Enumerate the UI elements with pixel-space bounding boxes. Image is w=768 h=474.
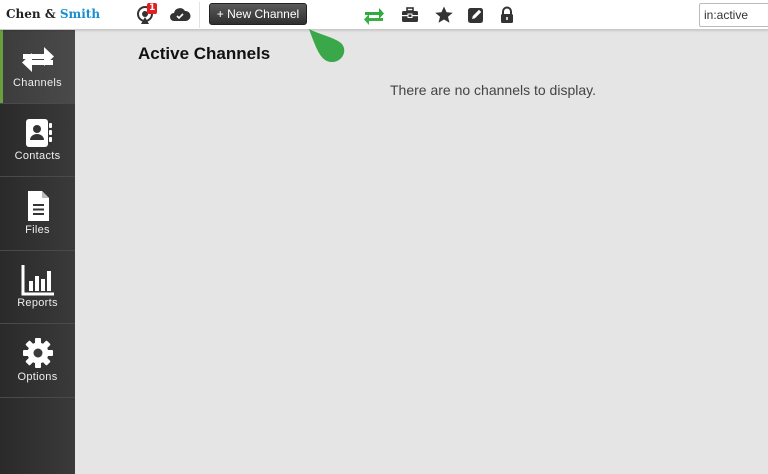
sidebar-item-channels[interactable]: Channels — [0, 30, 75, 104]
sidebar-item-label: Channels — [13, 76, 62, 89]
search-input[interactable] — [699, 3, 768, 27]
transfer-arrows-icon[interactable] — [363, 5, 385, 25]
edit-icon[interactable] — [466, 5, 486, 25]
sidebar-item-label: Reports — [17, 297, 58, 309]
lock-icon[interactable] — [497, 5, 517, 25]
new-channel-button[interactable]: + New Channel — [209, 3, 307, 25]
file-icon — [20, 189, 56, 223]
logo-part-1: Chen — [6, 7, 41, 21]
top-toolbar: Chen & Smith 1 + New Channel — [0, 0, 768, 30]
address-book-icon — [20, 116, 56, 150]
sidebar-item-label: Options — [17, 370, 58, 383]
notification-badge: 1 — [147, 3, 158, 14]
sidebar: Channels Contacts Files Reports Options — [0, 30, 75, 474]
arrows-icon — [20, 42, 56, 76]
sidebar-item-options[interactable]: Options — [0, 324, 75, 398]
page-title: Active Channels — [138, 44, 271, 63]
toolbar-divider — [199, 2, 200, 28]
bar-chart-icon — [20, 263, 56, 297]
cloud-sync-icon[interactable] — [169, 5, 191, 25]
sidebar-item-reports[interactable]: Reports — [0, 251, 75, 324]
sidebar-item-contacts[interactable]: Contacts — [0, 104, 75, 177]
star-icon[interactable] — [434, 5, 454, 25]
gear-icon — [20, 336, 56, 370]
sidebar-item-files[interactable]: Files — [0, 177, 75, 251]
empty-state-message: There are no channels to display. — [390, 82, 596, 98]
logo-part-2: Smith — [59, 7, 101, 21]
notification-icon[interactable]: 1 — [136, 3, 158, 25]
sidebar-item-label: Files — [25, 223, 50, 236]
main-content: Active Channels There are no channels to… — [76, 30, 768, 474]
toolbox-icon[interactable] — [400, 5, 420, 25]
logo-ampersand: & — [44, 7, 56, 21]
sidebar-item-label: Contacts — [14, 150, 61, 162]
app-logo[interactable]: Chen & Smith — [6, 7, 100, 21]
